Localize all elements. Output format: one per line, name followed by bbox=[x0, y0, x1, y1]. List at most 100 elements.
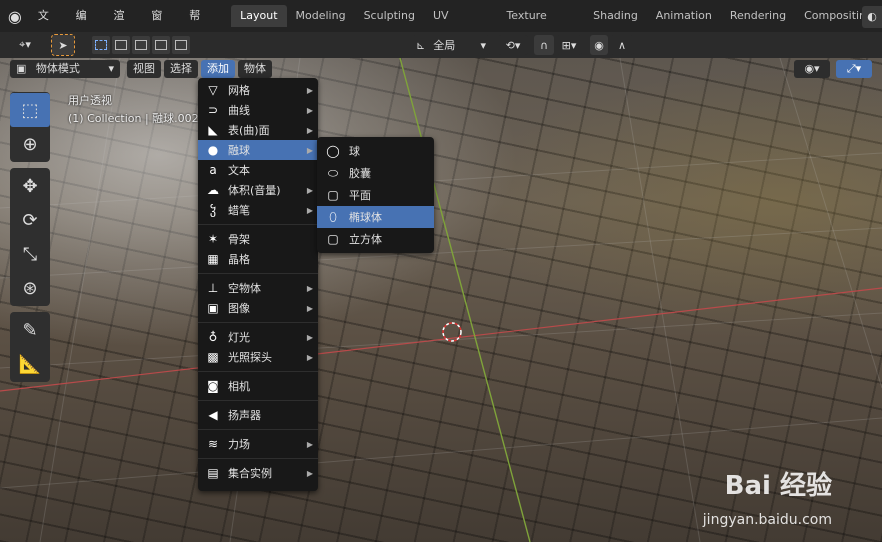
menu-select[interactable]: 选择 bbox=[164, 60, 198, 78]
add-menu-item[interactable]: ☁ 体积(音量) ▶ bbox=[198, 180, 318, 200]
add-menu-item[interactable]: ≋ 力场 ▶ bbox=[198, 434, 318, 454]
metaball-submenu-item[interactable]: ◯ 球 bbox=[317, 140, 434, 162]
add-menu-item[interactable]: ▩ 光照探头 ▶ bbox=[198, 347, 318, 367]
add-menu-item-label: 空物体 bbox=[228, 282, 261, 295]
scene-selector-icon[interactable]: ◐ bbox=[862, 6, 882, 28]
metaball-submenu-item[interactable]: ⬭ 胶囊 bbox=[317, 162, 434, 184]
select-tool-icon[interactable]: ➤ bbox=[51, 34, 75, 56]
menu-separator bbox=[198, 458, 318, 459]
submenu-arrow-icon: ▶ bbox=[306, 283, 313, 293]
metaball-icon: ● bbox=[207, 143, 219, 157]
capsule-icon: ⬭ bbox=[327, 165, 339, 180]
chevron-down-icon: ▾ bbox=[108, 62, 114, 75]
submenu-arrow-icon: ▶ bbox=[306, 332, 313, 342]
tab-shading[interactable]: Shading bbox=[584, 5, 647, 27]
select-new-icon[interactable] bbox=[92, 36, 110, 54]
select-extend-icon[interactable] bbox=[112, 36, 130, 54]
menu-file[interactable]: 文件 bbox=[30, 0, 68, 54]
transform-tool-icon[interactable]: ⊛ bbox=[10, 271, 50, 305]
transform-pivot-icon[interactable]: ⌖▾ bbox=[10, 35, 40, 55]
add-menu-item-label: 文本 bbox=[228, 164, 250, 177]
menu-render[interactable]: 渲染 bbox=[106, 0, 144, 54]
menu-separator bbox=[198, 322, 318, 323]
select-subtract-icon[interactable] bbox=[132, 36, 150, 54]
add-menu-item[interactable]: ▣ 图像 ▶ bbox=[198, 298, 318, 318]
baidu-watermark-logo: Bai 经验 bbox=[724, 471, 832, 501]
object-mode-icon: ▣ bbox=[16, 62, 27, 75]
menu-object[interactable]: 物体 bbox=[238, 60, 272, 78]
tab-sculpting[interactable]: Sculpting bbox=[355, 5, 424, 27]
add-menu-item[interactable]: ✶ 骨架 bbox=[198, 229, 318, 249]
cube-icon: ▢ bbox=[327, 232, 339, 246]
gizmo-toggle-icon[interactable]: ⤢▾ bbox=[836, 60, 872, 78]
baidu-watermark-url: jingyan.baidu.com bbox=[702, 512, 832, 528]
menu-help[interactable]: 帮助 bbox=[181, 0, 219, 54]
add-menu-item[interactable]: ♁ 灯光 ▶ bbox=[198, 327, 318, 347]
annotate-tool-icon[interactable]: ✎ bbox=[10, 313, 50, 347]
submenu-arrow-icon: ▶ bbox=[306, 145, 313, 155]
add-menu-item[interactable]: ⊃ 曲线 ▶ bbox=[198, 100, 318, 120]
tab-texture-paint[interactable]: Texture Paint bbox=[497, 5, 584, 44]
select-invert-icon[interactable] bbox=[152, 36, 170, 54]
metaball-submenu-item[interactable]: ▢ 立方体 bbox=[317, 228, 434, 250]
add-menu-item[interactable]: ◣ 表(曲)面 ▶ bbox=[198, 120, 318, 140]
empty-icon: ⊥ bbox=[207, 281, 219, 295]
menu-add[interactable]: 添加 bbox=[201, 60, 235, 78]
curve-icon: ⊃ bbox=[207, 103, 219, 117]
blender-logo-icon[interactable]: ◉ bbox=[0, 0, 30, 32]
3d-viewport[interactable]: ▣ 物体模式 ▾ 视图 选择 添加 物体 ◉▾ ⤢▾ 用户透视 (1) Coll… bbox=[0, 58, 882, 542]
tab-modeling[interactable]: Modeling bbox=[287, 5, 355, 27]
metaball-submenu-item-label: 胶囊 bbox=[349, 167, 371, 180]
proportional-edit-icon[interactable]: ◉ bbox=[590, 35, 608, 55]
add-menu-item-label: 图像 bbox=[228, 302, 250, 315]
select-intersect-icon[interactable] bbox=[172, 36, 190, 54]
orientation-dropdown[interactable]: ⊾ 全局 ▾ bbox=[412, 35, 490, 55]
measure-tool-icon[interactable]: 📐 bbox=[10, 347, 50, 381]
snap-icon[interactable]: ∩ bbox=[534, 35, 554, 55]
text-icon: a bbox=[209, 163, 217, 177]
camera-icon: ◙ bbox=[207, 379, 219, 393]
add-menu-item[interactable]: ▽ 网格 ▶ bbox=[198, 80, 318, 100]
add-menu-item[interactable]: ჴ 蜡笔 ▶ bbox=[198, 200, 318, 220]
falloff-icon[interactable]: ∧ bbox=[610, 35, 634, 55]
add-menu-item[interactable]: ◀ 扬声器 bbox=[198, 405, 318, 425]
select-box-tool-icon[interactable]: ⬚ bbox=[10, 93, 50, 127]
snap-target-icon[interactable]: ⊞▾ bbox=[556, 35, 582, 55]
menu-window[interactable]: 窗口 bbox=[143, 0, 181, 54]
add-menu-item-label: 扬声器 bbox=[228, 409, 261, 422]
viewport-header: ▣ 物体模式 ▾ 视图 选择 添加 物体 bbox=[10, 60, 272, 78]
add-menu-item[interactable]: ● 融球 ▶ bbox=[198, 140, 318, 160]
submenu-arrow-icon: ▶ bbox=[306, 439, 313, 449]
add-menu-item[interactable]: ◙ 相机 bbox=[198, 376, 318, 396]
add-menu-item[interactable]: ▤ 集合实例 ▶ bbox=[198, 463, 318, 483]
light-icon: ♁ bbox=[208, 330, 218, 344]
move-tool-icon[interactable]: ✥ bbox=[10, 169, 50, 203]
tab-rendering[interactable]: Rendering bbox=[721, 5, 795, 27]
menu-view[interactable]: 视图 bbox=[127, 60, 161, 78]
menu-separator bbox=[198, 273, 318, 274]
tab-animation[interactable]: Animation bbox=[647, 5, 721, 27]
orientation-value: 全局 bbox=[433, 39, 456, 52]
force-field-icon: ≋ bbox=[207, 437, 219, 451]
metaball-submenu-item[interactable]: ⬯ 椭球体 bbox=[317, 206, 434, 228]
submenu-arrow-icon: ▶ bbox=[306, 303, 313, 313]
add-menu-item-label: 晶格 bbox=[228, 253, 250, 266]
submenu-arrow-icon: ▶ bbox=[306, 468, 313, 478]
submenu-arrow-icon: ▶ bbox=[306, 125, 313, 135]
scale-tool-icon[interactable]: ⤡ bbox=[10, 237, 50, 271]
add-menu-item[interactable]: ▦ 晶格 bbox=[198, 249, 318, 269]
add-menu-item[interactable]: ⊥ 空物体 ▶ bbox=[198, 278, 318, 298]
add-menu-item[interactable]: a 文本 bbox=[198, 160, 318, 180]
rotate-tool-icon[interactable]: ⟳ bbox=[10, 203, 50, 237]
visibility-eye-icon[interactable]: ◉▾ bbox=[794, 60, 830, 78]
mode-dropdown[interactable]: ▣ 物体模式 ▾ bbox=[10, 60, 120, 78]
pivot-point-icon[interactable]: ⟲▾ bbox=[498, 35, 528, 55]
top-bar: ◉ 文件 编辑 渲染 窗口 帮助 Layout Modeling Sculpti… bbox=[0, 0, 882, 54]
tab-uv-editing[interactable]: UV Editing bbox=[424, 5, 498, 44]
tab-layout[interactable]: Layout bbox=[231, 5, 287, 27]
cursor-tool-icon[interactable]: ⊕ bbox=[10, 127, 50, 161]
menu-separator bbox=[198, 224, 318, 225]
menu-edit[interactable]: 编辑 bbox=[68, 0, 106, 54]
orientation-icon: ⊾ bbox=[416, 38, 426, 52]
metaball-submenu-item[interactable]: ▢ 平面 bbox=[317, 184, 434, 206]
